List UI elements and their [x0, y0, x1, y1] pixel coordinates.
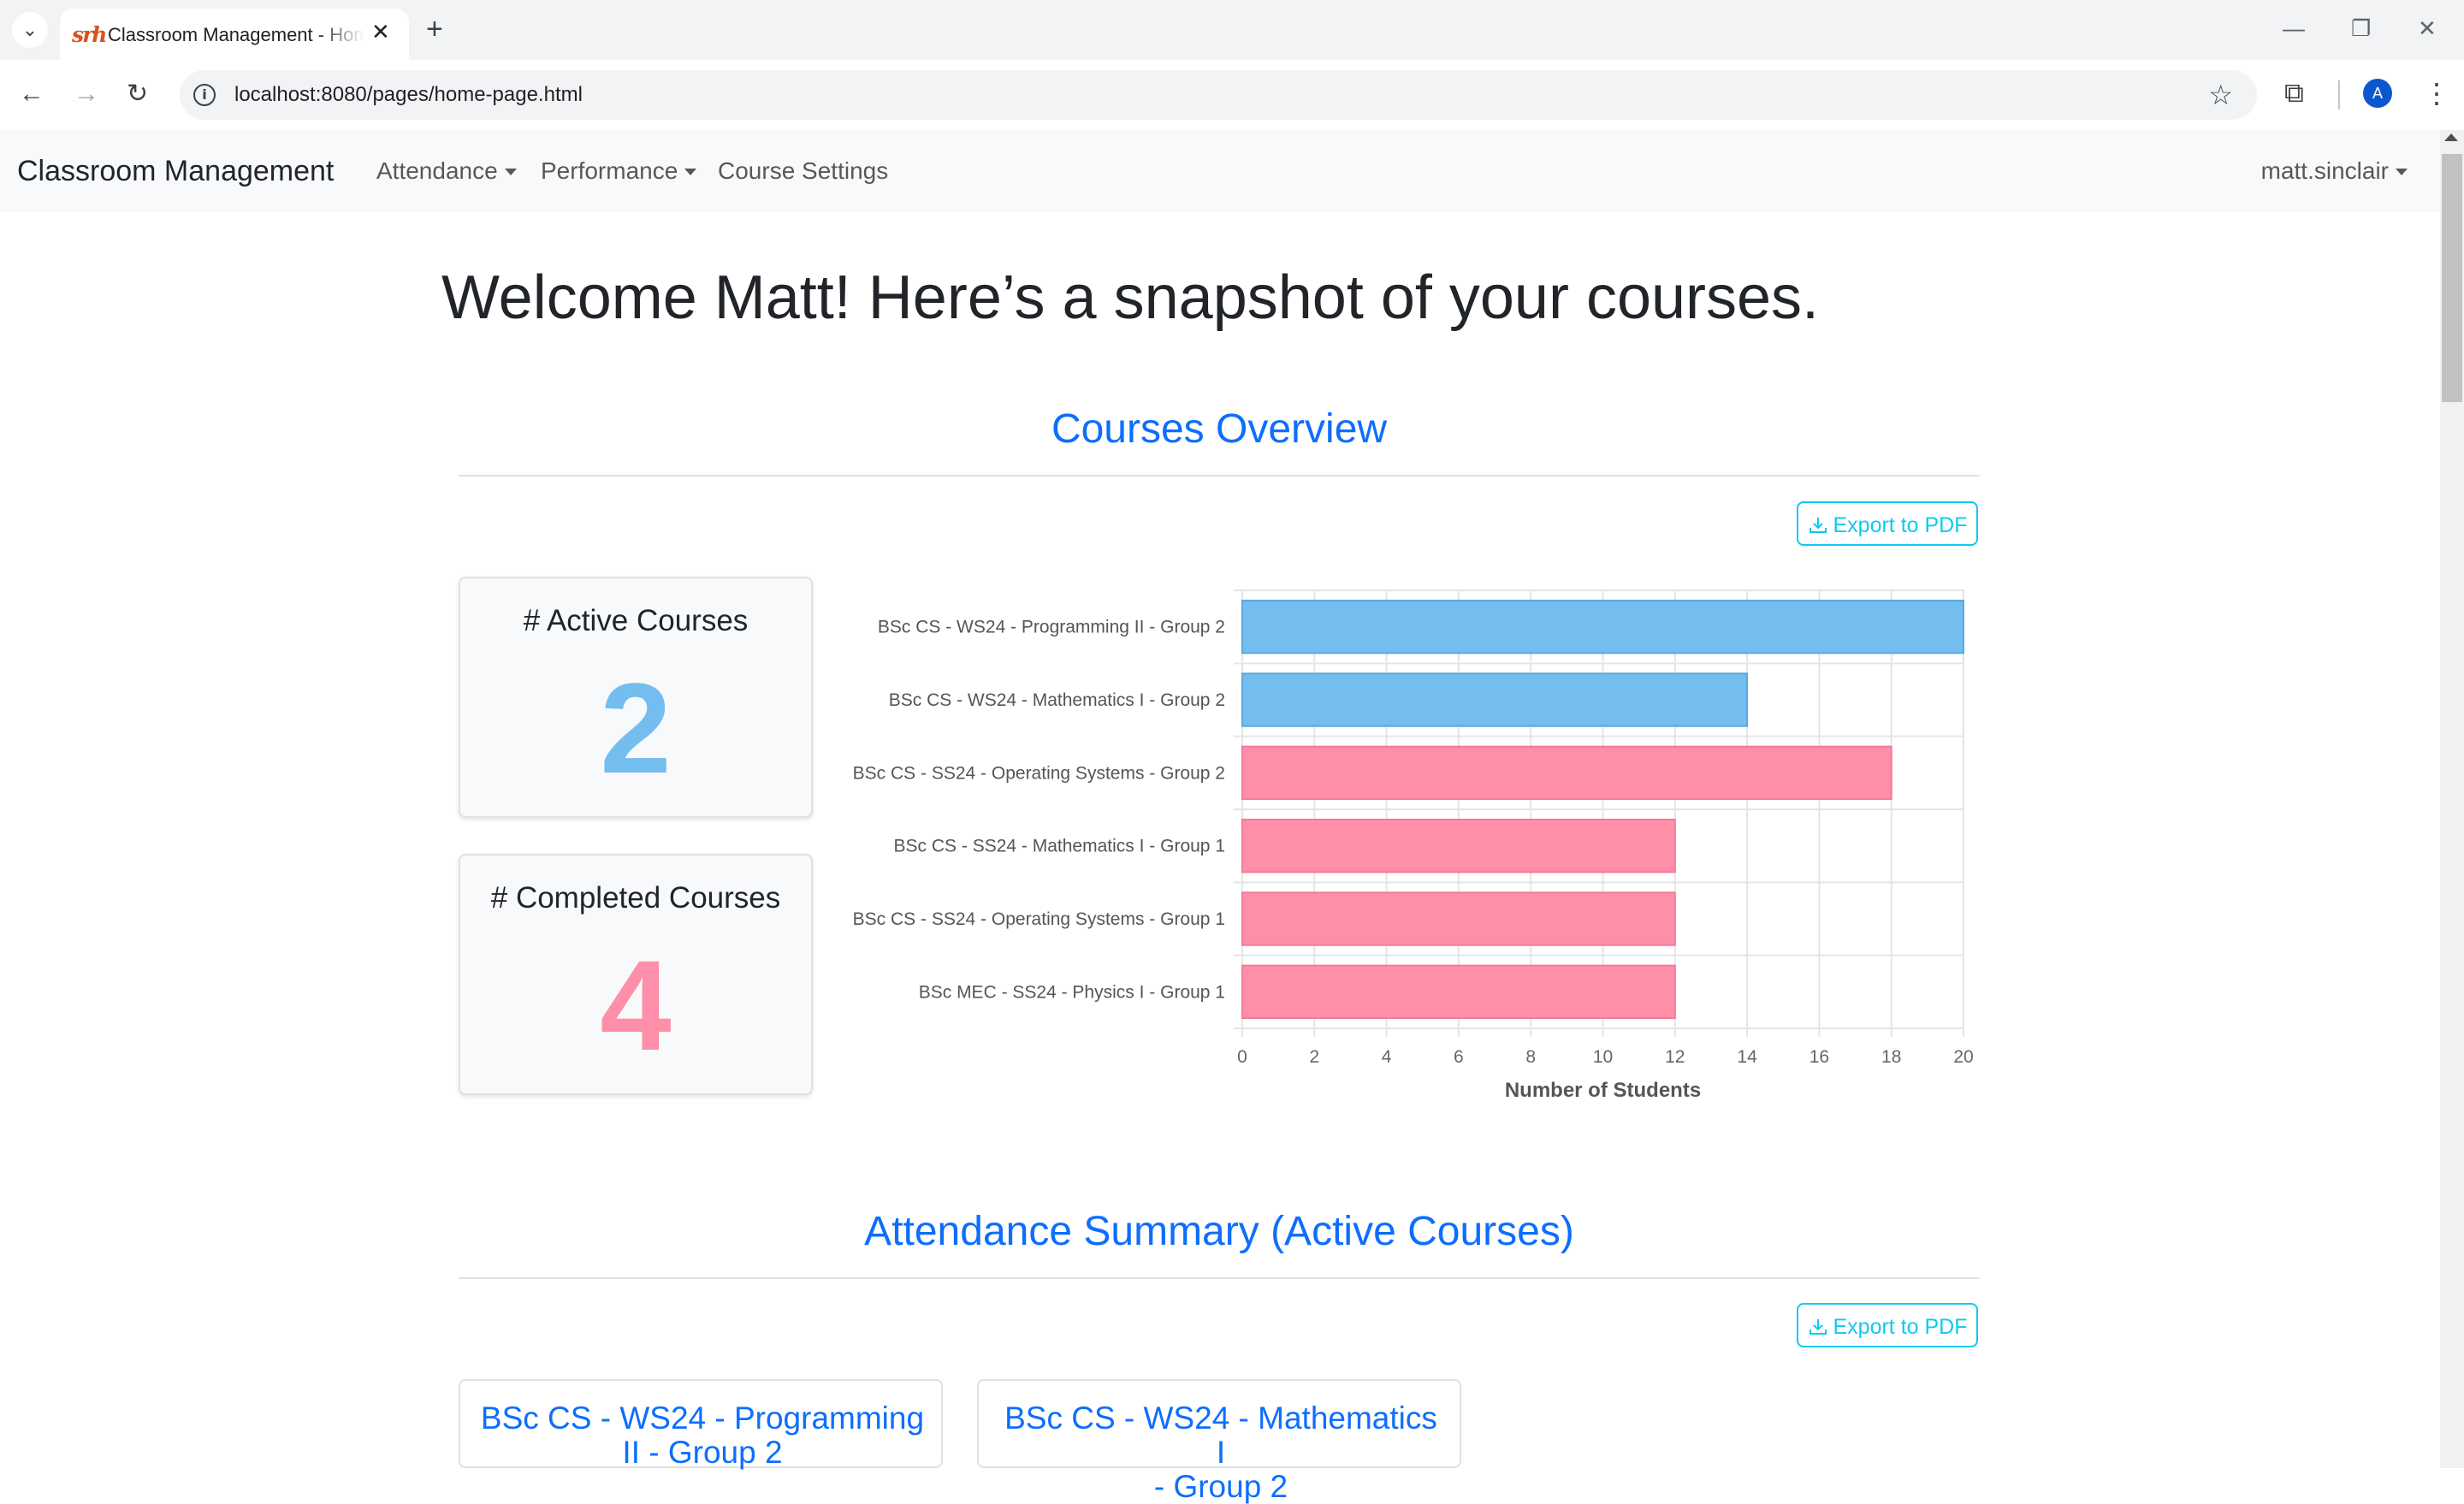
- x-axis-title: Number of Students: [1505, 1079, 1701, 1102]
- course-title-line: - Group 2: [1153, 1469, 1288, 1504]
- nav-course-settings[interactable]: Course Settings: [718, 156, 888, 187]
- bar: [1241, 964, 1676, 1020]
- completed-courses-count: 4: [600, 933, 672, 1077]
- bar: [1241, 672, 1749, 727]
- section-divider: [459, 475, 1980, 477]
- nav-performance-dropdown[interactable]: Performance: [541, 156, 697, 187]
- category-label: BSc MEC - SS24 - Physics I - Group 1: [919, 982, 1225, 1002]
- bar: [1241, 891, 1676, 946]
- x-tick-label: 16: [1810, 1047, 1829, 1067]
- active-courses-label: # Active Courses: [523, 604, 749, 637]
- course-title-line: II - Group 2: [622, 1435, 783, 1470]
- url-text[interactable]: localhost:8080/pages/home-page.html: [234, 82, 583, 108]
- bar: [1241, 818, 1676, 873]
- nav-attendance-dropdown[interactable]: Attendance: [376, 156, 517, 187]
- profile-avatar[interactable]: A: [2363, 79, 2392, 108]
- x-tick-label: 18: [1881, 1047, 1901, 1067]
- caret-down-icon: [2396, 169, 2408, 175]
- new-tab-icon[interactable]: +: [426, 14, 443, 44]
- x-tick-label: 0: [1237, 1047, 1247, 1067]
- category-label: BSc CS - WS24 - Programming II - Group 2: [878, 618, 1225, 637]
- reload-icon[interactable]: ↻: [127, 79, 148, 110]
- export-attendance-label: Export to PDF: [1833, 1315, 1968, 1339]
- active-courses-card: # Active Courses 2: [459, 577, 813, 818]
- download-icon: [1809, 1319, 1827, 1335]
- export-overview-label: Export to PDF: [1833, 513, 1968, 537]
- x-tick-label: 4: [1382, 1047, 1392, 1067]
- x-tick-label: 12: [1665, 1047, 1685, 1067]
- tab-search-button[interactable]: ⌄: [12, 12, 48, 48]
- attendance-course-card[interactable]: BSc CS - WS24 - Mathematics I- Group 2: [977, 1379, 1461, 1504]
- forward-icon[interactable]: →: [74, 79, 99, 110]
- site-info-icon[interactable]: i: [193, 84, 216, 106]
- x-tick-label: 10: [1593, 1047, 1613, 1067]
- attendance-summary-title: Attendance Summary (Active Courses): [864, 1209, 1574, 1254]
- app-navbar: Classroom Management Attendance Performa…: [0, 130, 2440, 212]
- completed-courses-card: # Completed Courses 4: [459, 854, 813, 1095]
- back-icon[interactable]: ←: [19, 79, 44, 110]
- students-per-course-bar-chart: 0 2 4 6 8 10 12 14 16 18 20 BSc CS - WS24 - Program…: [853, 589, 1974, 1102]
- course-title-line: BSc CS - WS24 - Mathematics I: [1004, 1400, 1437, 1470]
- favicon-icon: srh: [72, 22, 107, 47]
- navbar-brand[interactable]: Classroom Management: [17, 154, 334, 188]
- scroll-up-arrow-icon[interactable]: [2444, 133, 2458, 141]
- caret-down-icon: [684, 169, 697, 175]
- extensions-icon[interactable]: ⧉: [2284, 77, 2304, 110]
- user-dropdown[interactable]: matt.sinclair: [2261, 156, 2408, 187]
- category-label: BSc CS - SS24 - Operating Systems - Grou…: [853, 763, 1225, 783]
- x-tick-label: 6: [1454, 1047, 1464, 1067]
- bar: [1241, 599, 1964, 654]
- x-tick-label: 14: [1737, 1047, 1757, 1067]
- nav-attendance-label: Attendance: [376, 157, 498, 184]
- bar: [1241, 745, 1892, 801]
- active-courses-count: 2: [600, 656, 672, 800]
- user-name: matt.sinclair: [2260, 157, 2389, 184]
- browser-tab-strip: ⌄ srh Classroom Management - Home ✕ + — …: [0, 0, 2464, 60]
- restore-icon[interactable]: ❐: [2351, 15, 2371, 41]
- category-label: BSc CS - SS24 - Operating Systems - Grou…: [853, 909, 1225, 929]
- attendance-course-card[interactable]: BSc CS - WS24 - Programming II - Group 2: [459, 1379, 943, 1470]
- window-close-icon[interactable]: ✕: [2418, 15, 2437, 41]
- category-label: BSc CS - WS24 - Mathematics I - Group 2: [889, 690, 1225, 710]
- course-card-title[interactable]: BSc CS - WS24 - Mathematics I- Group 2: [996, 1401, 1446, 1504]
- browser-tab[interactable]: srh Classroom Management - Home ✕: [60, 9, 409, 60]
- download-icon: [1809, 518, 1827, 533]
- course-title-line: BSc CS - WS24 - Programming: [480, 1400, 925, 1436]
- section-divider: [459, 1277, 1980, 1279]
- address-bar[interactable]: i localhost:8080/pages/home-page.html ☆: [180, 70, 2257, 120]
- completed-courses-label: # Completed Courses: [490, 881, 781, 915]
- more-menu-icon[interactable]: ⋮: [2423, 77, 2450, 110]
- nav-performance-label: Performance: [541, 157, 678, 184]
- minimize-icon[interactable]: —: [2283, 15, 2305, 41]
- export-attendance-pdf-button[interactable]: Export to PDF: [1797, 1303, 1978, 1347]
- browser-toolbar: ← → ↻ i localhost:8080/pages/home-page.h…: [0, 60, 2464, 131]
- welcome-heading: Welcome Matt! Here’s a snapshot of your …: [441, 263, 1820, 332]
- category-label: BSc CS - SS24 - Mathematics I - Group 1: [894, 837, 1225, 856]
- x-tick-label: 20: [1953, 1047, 1973, 1067]
- caret-down-icon: [504, 169, 517, 175]
- courses-overview-title: Courses Overview: [1051, 406, 1388, 452]
- x-tick-label: 8: [1525, 1047, 1536, 1067]
- scrollbar-thumb[interactable]: [2442, 154, 2462, 402]
- course-card-title[interactable]: BSc CS - WS24 - Programming II - Group 2: [477, 1401, 927, 1470]
- chevron-down-icon: ⌄: [21, 19, 38, 40]
- bookmark-star-icon[interactable]: ☆: [2208, 79, 2233, 111]
- x-tick-label: 2: [1309, 1047, 1319, 1067]
- export-overview-pdf-button[interactable]: Export to PDF: [1797, 501, 1978, 546]
- close-tab-icon[interactable]: ✕: [371, 19, 390, 44]
